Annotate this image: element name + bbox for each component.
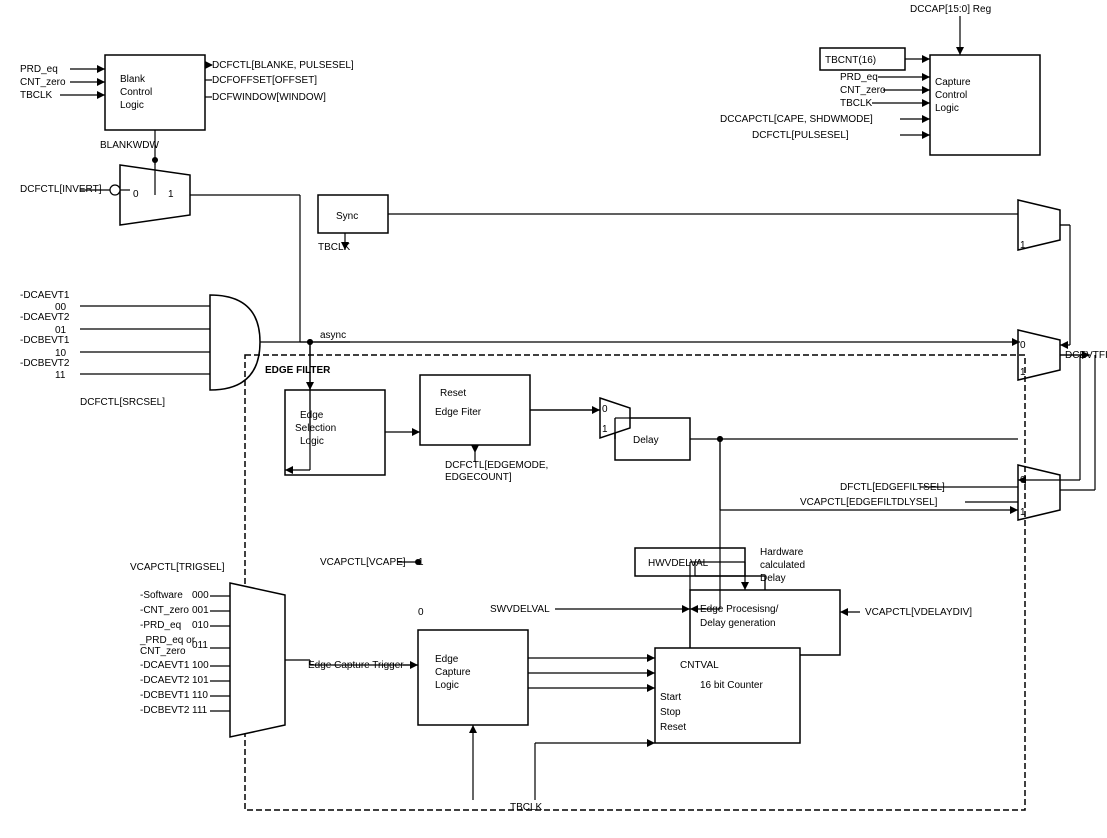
small-mux-1: 1	[602, 424, 608, 435]
tbclk-label: TBCLK	[20, 90, 53, 101]
capture-control-label: Capture	[935, 77, 971, 88]
swvdelval-label: SWVDELVAL	[490, 604, 550, 615]
sync-label: Sync	[336, 211, 358, 222]
dcaevt2-label: -DCAEVT2	[20, 312, 70, 323]
edge-fiter-label2: Edge Fiter	[435, 407, 482, 418]
sw-label: -Software	[140, 590, 183, 601]
vcape-dot	[415, 559, 421, 565]
edge-proc-label2: Delay generation	[700, 618, 776, 629]
blank-control-label3: Logic	[120, 100, 144, 111]
dcfctl-edgecount-label: EDGECOUNT]	[445, 472, 512, 483]
counter-start: Start	[660, 692, 681, 703]
blankwdw-label: BLANKWDW	[100, 140, 159, 151]
edge-cap-label3: Logic	[435, 680, 459, 691]
edge-sel-label3: Logic	[300, 436, 324, 447]
counter-cntval-label: CNTVAL	[680, 660, 719, 671]
vcapctl-vdelaydiv-label: VCAPCTL[VDELAYDIV]	[865, 607, 972, 618]
trig-mux	[230, 583, 285, 737]
counter-label: 16 bit Counter	[700, 680, 763, 691]
vcapctl-edgefiltdlysel-label: VCAPCTL[EDGEFILTDLYSEL]	[800, 497, 938, 508]
dcfctl-edgemode-label: DCFCTL[EDGEMODE,	[445, 460, 548, 471]
edge-filter-label: EDGE FILTER	[265, 365, 331, 376]
edge-sel-label2: Selection	[295, 423, 336, 434]
delay-label: Delay	[633, 435, 659, 446]
prd-eq-label: PRD_eq	[20, 64, 58, 75]
invert-circle	[110, 185, 120, 195]
code010: 010	[192, 620, 209, 631]
vcapctl-vcape-label: VCAPCTL[VCAPE]	[320, 557, 406, 568]
tbcnt-label: TBCNT(16)	[825, 55, 876, 66]
vcape-val-0: 0	[418, 607, 424, 618]
dcbevt2-label: -DCBEVT2	[20, 358, 70, 369]
dcbevt1-label: -DCBEVT1	[20, 335, 70, 346]
hw-delay-label3: Delay	[760, 573, 786, 584]
dcfwindow-label: DCFWINDOW[WINDOW]	[212, 92, 326, 103]
hw-delay-label2: calculated	[760, 560, 805, 571]
code011: 011	[192, 640, 208, 651]
hw-delay-label1: Hardware	[760, 547, 804, 558]
and-gate	[210, 295, 260, 390]
code11: 11	[55, 370, 66, 381]
counter-reset: Reset	[660, 722, 686, 733]
mux-0-label: 0	[133, 189, 139, 200]
cap-tbclk: TBCLK	[840, 98, 873, 109]
dccapctl-label: DCCAPCTL[CAPE, SHDWMODE]	[720, 114, 873, 125]
code000: 000	[192, 590, 209, 601]
dcfctl-pulsesel-cap-label: DCFCTL[PULSESEL]	[752, 130, 849, 141]
dcfctl-blanke-label: DCFCTL[BLANKE, PULSESEL]	[212, 60, 354, 71]
counter-stop: Stop	[660, 707, 681, 718]
edge-cap-label1: Edge	[435, 654, 459, 665]
blank-control-label2: Control	[120, 87, 152, 98]
cntzero-label: -CNT_zero	[140, 605, 189, 616]
vcapctl-trigsel-label: VCAPCTL[TRIGSEL]	[130, 562, 225, 573]
small-mux-0: 0	[602, 404, 608, 415]
dccap-reg-label: DCCAP[15:0] Reg	[910, 4, 991, 15]
cap-prd-eq: PRD_eq	[840, 72, 878, 83]
prdeq-cntzero-label: _PRD_eq or	[139, 635, 196, 646]
blank-control-label1: Blank	[120, 74, 146, 85]
dcbevt2-trig-label: -DCBEVT2	[140, 705, 190, 716]
cnt-zero-label: CNT_zero	[20, 77, 66, 88]
dcfoffset-label: DCFOFFSET[OFFSET]	[212, 75, 317, 86]
dcbevt1-trig-label: -DCBEVT1	[140, 690, 190, 701]
dcaevt2-trig-label: -DCAEVT2	[140, 675, 190, 686]
diagram-container: DCCAP[15:0] Reg Capture Control Logic TB…	[0, 0, 1107, 838]
cntzero-or-label: CNT_zero	[140, 646, 186, 657]
tbclk-bottom-label: TBCLK	[510, 802, 543, 813]
edge-fiter-label1: Reset	[440, 388, 466, 399]
code001: 001	[192, 605, 209, 616]
capture-control-label3: Logic	[935, 103, 959, 114]
async-label: async	[320, 330, 346, 341]
cap-cnt-zero: CNT_zero	[840, 85, 886, 96]
edge-cap-label2: Capture	[435, 667, 471, 678]
right-mux-top-1: 1	[1020, 240, 1026, 251]
hwvdelval-label: HWVDELVAL	[648, 558, 709, 569]
edge-sel-label1: Edge	[300, 410, 324, 421]
code110: 110	[192, 690, 208, 701]
code100: 100	[192, 660, 209, 671]
capture-control-label2: Control	[935, 90, 967, 101]
dcfctl-srcsel-label: DCFCTL[SRCSEL]	[80, 397, 165, 408]
dcaevt1-trig-label: -DCAEVT1	[140, 660, 190, 671]
dcaevt1-label: -DCAEVT1	[20, 290, 70, 301]
right-mux-mid-0: 0	[1020, 340, 1026, 351]
mux-1-label: 1	[168, 189, 174, 200]
code101: 101	[192, 675, 209, 686]
prdeq-label: -PRD_eq	[140, 620, 181, 631]
code111: 111	[192, 705, 208, 716]
